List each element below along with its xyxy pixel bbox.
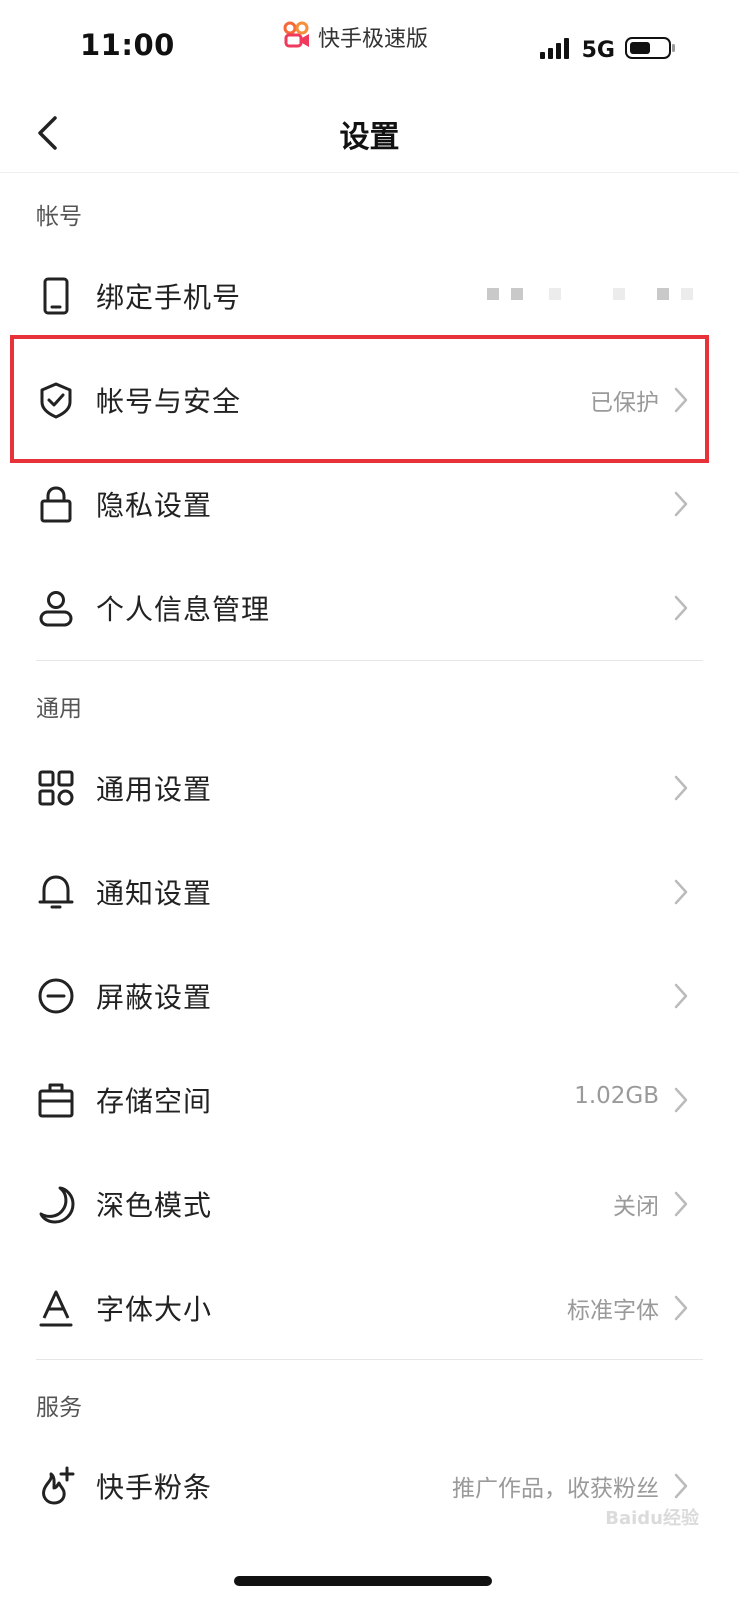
chevron-right-icon xyxy=(673,1472,689,1500)
row-label: 通知设置 xyxy=(96,877,213,910)
chevron-right-icon xyxy=(673,1190,689,1218)
block-icon xyxy=(36,976,76,1016)
status-indicators: 5G xyxy=(539,36,677,64)
row-label: 个人信息管理 xyxy=(96,593,271,626)
moon-icon xyxy=(36,1184,76,1224)
row-label: 帐号与安全 xyxy=(96,385,242,418)
section-divider xyxy=(36,660,703,661)
masked-phone-number xyxy=(487,288,693,300)
flame-plus-icon xyxy=(36,1466,76,1506)
grid-icon xyxy=(36,768,76,808)
page-title: 设置 xyxy=(339,120,400,155)
signal-icon xyxy=(539,37,572,63)
row-label: 字体大小 xyxy=(96,1293,213,1326)
row-notification-settings[interactable]: 通知设置 xyxy=(0,840,739,944)
row-privacy-settings[interactable]: 隐私设置 xyxy=(0,452,739,556)
person-icon xyxy=(36,588,76,628)
network-type: 5G xyxy=(581,37,615,63)
chevron-right-icon xyxy=(673,490,689,518)
row-storage-space[interactable]: 存储空间 1.02GB xyxy=(0,1048,739,1152)
battery-icon xyxy=(625,36,677,64)
status-bar: 11:00 快手极速版 5G xyxy=(0,0,739,96)
font-icon xyxy=(36,1288,76,1328)
row-label: 通用设置 xyxy=(96,773,213,806)
row-label: 屏蔽设置 xyxy=(96,981,213,1014)
row-account-security[interactable]: 帐号与安全 已保护 xyxy=(0,348,739,452)
row-label: 绑定手机号 xyxy=(96,281,242,314)
row-value: 已保护 xyxy=(590,390,659,416)
section-divider xyxy=(36,1359,703,1360)
chevron-right-icon xyxy=(673,878,689,906)
lock-icon xyxy=(36,484,76,524)
watermark: Baidu经验 xyxy=(605,1508,699,1529)
home-indicator[interactable] xyxy=(234,1576,492,1586)
chevron-right-icon xyxy=(673,982,689,1010)
row-bind-phone[interactable]: 绑定手机号 xyxy=(0,244,739,348)
section-header-service: 服务 xyxy=(36,1395,82,1421)
row-value: 标准字体 xyxy=(567,1298,659,1324)
row-value: 推广作品，收获粉丝 xyxy=(452,1476,659,1502)
row-label: 存储空间 xyxy=(96,1085,213,1118)
row-label: 隐私设置 xyxy=(96,489,213,522)
chevron-right-icon xyxy=(673,1294,689,1322)
chevron-right-icon xyxy=(673,386,689,414)
bell-icon xyxy=(36,872,76,912)
section-header-account: 帐号 xyxy=(36,204,82,230)
row-value: 1.02GB xyxy=(574,1083,659,1109)
chevron-right-icon xyxy=(673,774,689,802)
section-header-general: 通用 xyxy=(36,696,82,722)
row-block-settings[interactable]: 屏蔽设置 xyxy=(0,944,739,1048)
row-general-settings[interactable]: 通用设置 xyxy=(0,736,739,840)
kuaishou-logo-icon xyxy=(282,20,312,54)
navigation-bar: 设置 xyxy=(0,96,739,173)
row-personal-info[interactable]: 个人信息管理 xyxy=(0,556,739,660)
status-app-indicator[interactable]: 快手极速版 xyxy=(282,20,428,54)
row-value: 关闭 xyxy=(613,1194,659,1220)
row-label: 快手粉条 xyxy=(96,1471,213,1504)
chevron-right-icon xyxy=(673,594,689,622)
shield-check-icon xyxy=(36,380,76,420)
chevron-right-icon xyxy=(673,1086,689,1114)
row-dark-mode[interactable]: 深色模式 关闭 xyxy=(0,1152,739,1256)
phone-icon xyxy=(36,276,76,316)
status-time: 11:00 xyxy=(80,28,175,62)
row-label: 深色模式 xyxy=(96,1189,213,1222)
status-app-name: 快手极速版 xyxy=(318,27,429,52)
storage-icon xyxy=(36,1080,76,1120)
row-font-size[interactable]: 字体大小 标准字体 xyxy=(0,1256,739,1360)
